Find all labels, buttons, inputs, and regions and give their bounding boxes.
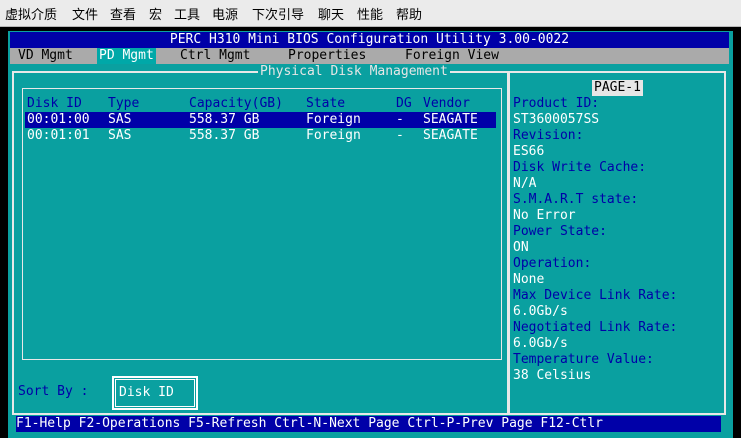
smart-state-value: No Error — [513, 208, 576, 223]
power-state-label: Power State: — [513, 224, 607, 239]
sort-by-selector[interactable]: Disk ID — [112, 376, 198, 410]
temperature-value: 38 Celsius — [513, 368, 592, 383]
menu-power[interactable]: 电源 — [212, 4, 238, 23]
disk-capacity: 558.37 GB — [189, 128, 260, 143]
disk-row[interactable]: 00:01:00 SAS 558.37 GB Foreign - SEAGATE — [25, 112, 496, 128]
max-link-rate-value: 6.0Gb/s — [513, 304, 568, 319]
col-type: Type — [108, 96, 140, 111]
disk-capacity: 558.37 GB — [189, 112, 260, 127]
disk-id: 00:01:00 — [27, 112, 90, 127]
max-link-rate-label: Max Device Link Rate: — [513, 288, 678, 303]
menu-chat[interactable]: 聊天 — [318, 4, 344, 23]
negotiated-link-rate-label: Negotiated Link Rate: — [513, 320, 678, 335]
operation-label: Operation: — [513, 256, 592, 271]
tab-properties[interactable]: Properties — [286, 48, 368, 64]
sort-by-label: Sort By : — [18, 384, 89, 399]
tab-vd-mgmt[interactable]: VD Mgmt — [16, 48, 75, 64]
disk-dg: - — [396, 128, 404, 143]
product-id-label: Product ID: — [513, 96, 600, 111]
power-state-value: ON — [513, 240, 529, 255]
disk-type: SAS — [108, 112, 132, 127]
disk-vendor: SEAGATE — [423, 112, 478, 127]
write-cache-value: N/A — [513, 176, 537, 191]
disk-state: Foreign — [306, 112, 361, 127]
tab-ctrl-mgmt[interactable]: Ctrl Mgmt — [178, 48, 252, 64]
operation-value: None — [513, 272, 545, 287]
sort-by-value: Disk ID — [119, 385, 174, 400]
disk-dg: - — [396, 112, 404, 127]
disk-type: SAS — [108, 128, 132, 143]
col-state: State — [306, 96, 346, 111]
smart-state-label: S.M.A.R.T state: — [513, 192, 639, 207]
disk-state: Foreign — [306, 128, 361, 143]
negotiated-link-rate-value: 6.0Gb/s — [513, 336, 568, 351]
temperature-label: Temperature Value: — [513, 352, 654, 367]
section-title: Physical Disk Management — [258, 64, 450, 80]
menu-file[interactable]: 文件 — [72, 4, 98, 23]
menu-help[interactable]: 帮助 — [396, 4, 422, 23]
menu-virtual-media[interactable]: 虚拟介质 — [5, 4, 57, 23]
disk-id: 00:01:01 — [27, 128, 90, 143]
col-disk-id: Disk ID — [27, 96, 82, 111]
menu-tools[interactable]: 工具 — [174, 4, 200, 23]
bios-title: PERC H310 Mini BIOS Configuration Utilit… — [10, 32, 729, 48]
shortcut-status-bar: F1-Help F2-Operations F5-Refresh Ctrl-N-… — [16, 416, 721, 432]
col-vendor: Vendor — [423, 96, 470, 111]
page-indicator: PAGE-1 — [592, 80, 643, 96]
col-dg: DG — [396, 96, 412, 111]
menu-performance[interactable]: 性能 — [357, 4, 383, 23]
menu-macro[interactable]: 宏 — [149, 4, 162, 23]
revision-label: Revision: — [513, 128, 584, 143]
menu-next-boot[interactable]: 下次引导 — [252, 4, 304, 23]
product-id-value: ST3600057SS — [513, 112, 600, 127]
tab-bar: VD Mgmt PD Mgmt Ctrl Mgmt Properties For… — [10, 48, 729, 64]
revision-value: ES66 — [513, 144, 545, 159]
write-cache-label: Disk Write Cache: — [513, 160, 647, 175]
col-capacity: Capacity(GB) — [189, 96, 283, 111]
app-menubar: 虚拟介质 文件 查看 宏 工具 电源 下次引导 聊天 性能 帮助 — [0, 0, 741, 27]
disk-vendor: SEAGATE — [423, 128, 478, 143]
tab-pd-mgmt[interactable]: PD Mgmt — [97, 48, 156, 64]
disk-row[interactable]: 00:01:01 SAS 558.37 GB Foreign - SEAGATE — [25, 128, 496, 144]
menu-view[interactable]: 查看 — [110, 4, 136, 23]
tab-foreign-view[interactable]: Foreign View — [403, 48, 501, 64]
